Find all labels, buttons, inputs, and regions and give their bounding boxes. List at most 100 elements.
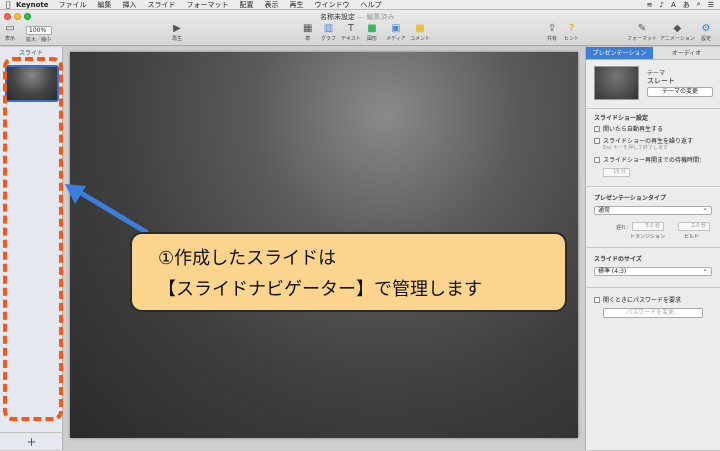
view-label: 表示: [5, 36, 16, 42]
text-icon: T: [347, 23, 354, 34]
comment-button[interactable]: ■ コメント: [410, 23, 430, 42]
search-icon[interactable]: ⌕: [697, 0, 701, 9]
loop-hint: Esc キーを押して終了します: [603, 145, 668, 151]
checkbox-box: [594, 125, 600, 132]
change-theme-button[interactable]: テーマの変更: [647, 87, 713, 97]
slide-size-select[interactable]: 標準 (4:3): [594, 266, 712, 276]
theme-thumbnail[interactable]: [594, 66, 639, 100]
menu-play[interactable]: 再生: [290, 0, 304, 10]
navigator-highlight-outline: [3, 57, 63, 421]
document-status: — 編集済み: [357, 13, 395, 21]
restart-minutes-field[interactable]: 15 分: [603, 168, 630, 177]
document-title[interactable]: 名称未設定 — 編集済み: [320, 12, 394, 22]
tab-presentation[interactable]: プレゼンテーション: [586, 47, 653, 60]
menu-file[interactable]: ファイル: [59, 0, 87, 10]
slide-size-title: スライドのサイズ: [594, 256, 642, 263]
transition-delay-field[interactable]: 5.0 秒: [632, 222, 664, 231]
delay-label: 遅れ：: [616, 225, 632, 231]
shape-button[interactable]: ■ 図形: [367, 23, 377, 42]
divider: [586, 108, 720, 109]
share-label: 共有: [547, 36, 558, 42]
divider: [586, 247, 720, 248]
autoplay-label: 開いたら自動再生する: [603, 126, 664, 133]
restart-label: スライドショー再開までの待機時間：: [603, 157, 706, 164]
chart-label: グラフ: [321, 36, 337, 42]
sidebar-icon: ▭: [5, 23, 15, 34]
slideshow-settings-title: スライドショー設定: [594, 115, 649, 122]
menu-help[interactable]: ヘルプ: [361, 0, 382, 10]
media-button[interactable]: ▣ メディア: [386, 23, 406, 42]
checkbox-box: [594, 156, 600, 163]
status-area: ≋ ♪ A あ ⌕ ☰: [647, 0, 720, 10]
app-menu[interactable]: Keynote: [16, 1, 49, 9]
callout-line-2: 【スライドナビゲーター】で管理します: [158, 279, 482, 300]
tips-button[interactable]: ? ヒント: [564, 23, 579, 42]
zoom-window-button[interactable]: [24, 13, 31, 20]
input-source-kana[interactable]: あ: [683, 0, 690, 10]
format-button[interactable]: ✎ フォーマット: [627, 23, 657, 42]
annotation-callout: ①作成したスライドは 【スライドナビゲーター】で管理します: [130, 232, 567, 312]
menu-arrange[interactable]: 配置: [240, 0, 254, 10]
tab-audio[interactable]: オーディオ: [653, 47, 720, 60]
menu-view[interactable]: 表示: [265, 0, 279, 10]
volume-icon[interactable]: ♪: [660, 1, 664, 9]
divider: [586, 287, 720, 288]
zoom-select[interactable]: 100%: [26, 26, 52, 35]
input-source-a[interactable]: A: [671, 1, 676, 9]
shape-icon: ■: [367, 23, 377, 34]
callout-line-1: ①作成したスライドは: [158, 248, 337, 269]
inspector-panel: プレゼンテーション オーディオ テーマ スレート テーマの変更 スライドショー設…: [585, 47, 720, 450]
table-icon: ▦: [303, 23, 313, 34]
text-button[interactable]: T テキスト: [341, 23, 361, 42]
theme-name: スレート: [647, 77, 675, 85]
menu-window[interactable]: ウインドウ: [315, 0, 350, 10]
menu-list-icon[interactable]: ☰: [708, 1, 714, 9]
close-window-button[interactable]: [4, 13, 11, 20]
zoom-label-wrap: 拡大／縮小: [26, 36, 51, 43]
play-button[interactable]: ▶ 再生: [172, 23, 182, 42]
menu-slide[interactable]: スライド: [148, 0, 176, 10]
divider: [586, 186, 720, 187]
presentation-type-select[interactable]: 通常: [594, 205, 712, 215]
autoplay-checkbox[interactable]: 開いたら自動再生する: [594, 124, 663, 133]
zoom-label: 拡大／縮小: [26, 37, 52, 43]
chart-icon: ▥: [323, 23, 334, 34]
minimize-window-button[interactable]: [14, 13, 21, 20]
add-slide-button[interactable]: +: [0, 432, 63, 450]
shape-label: 図形: [367, 36, 378, 42]
inspector-tabs: プレゼンテーション オーディオ: [586, 47, 720, 60]
menu-insert[interactable]: 挿入: [123, 0, 137, 10]
table-button[interactable]: ▦ 表: [303, 23, 312, 42]
change-password-button[interactable]: パスワードを変更...: [603, 308, 703, 318]
play-icon: ▶: [173, 23, 181, 34]
menu-format[interactable]: フォーマット: [187, 0, 229, 10]
gear-icon: ⚙: [701, 23, 711, 34]
transition-label: トランジション: [630, 234, 666, 240]
menu-bar:  Keynote ファイル 編集 挿入 スライド フォーマット 配置 表示 再…: [0, 0, 720, 10]
presentation-type-title: プレゼンテーションタイプ: [594, 195, 666, 202]
toolbar: 名称未設定 — 編集済み ▭ 表示 100% 拡大／縮小 ▶ 再生 ▦ 表 ▥ …: [0, 10, 720, 46]
comment-label: コメント: [410, 36, 431, 42]
setup-button[interactable]: ⚙ 設定: [701, 23, 711, 42]
table-label: 表: [305, 36, 311, 42]
share-button[interactable]: ⇪ 共有: [547, 23, 557, 42]
text-label: テキスト: [341, 36, 361, 42]
view-button[interactable]: ▭ 表示: [5, 23, 15, 42]
document-name: 名称未設定: [320, 13, 355, 21]
wifi-icon[interactable]: ≋: [647, 1, 653, 9]
animate-button[interactable]: ◆ アニメーション: [660, 23, 695, 42]
checkbox-box: [594, 296, 600, 303]
password-checkbox[interactable]: 開くときにパスワードを要求: [594, 295, 681, 304]
setup-label: 設定: [701, 36, 712, 42]
tips-icon: ?: [568, 23, 575, 34]
apple-menu-icon[interactable]: : [0, 0, 16, 9]
animate-label: アニメーション: [660, 36, 695, 42]
tips-label: ヒント: [564, 36, 580, 42]
build-delay-field[interactable]: 2.0 秒: [678, 222, 710, 231]
play-label: 再生: [172, 36, 183, 42]
password-label: 開くときにパスワードを要求: [603, 297, 682, 304]
restart-checkbox[interactable]: スライドショー再開までの待機時間：: [594, 155, 705, 164]
chart-button[interactable]: ▥ グラフ: [321, 23, 336, 42]
checkbox-box: [594, 137, 600, 144]
menu-edit[interactable]: 編集: [98, 0, 112, 10]
